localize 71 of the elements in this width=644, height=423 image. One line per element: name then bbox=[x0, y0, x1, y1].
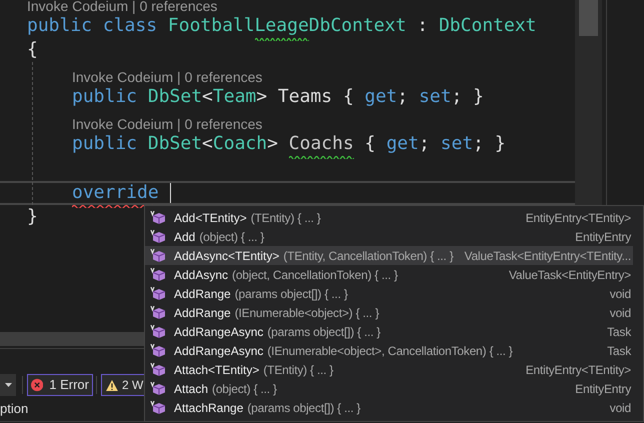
member-parameters: (IEnumerable<object>, CancellationToken) { ... } bbox=[267, 342, 513, 360]
return-type: Task bbox=[607, 342, 631, 360]
member-parameters: (TEntity) { ... } bbox=[250, 210, 321, 226]
extension-method-icon bbox=[150, 344, 166, 358]
extension-method-icon bbox=[150, 230, 166, 244]
extension-method-icon bbox=[150, 286, 166, 300]
member-name: AddRangeAsync bbox=[174, 342, 264, 360]
completion-item[interactable]: AttachRange (params object[]) { ... } void bbox=[145, 398, 633, 417]
member-parameters: (TEntity) { ... } bbox=[263, 362, 334, 378]
return-type: EntityEntry<TEntity> bbox=[526, 210, 631, 226]
extension-method-icon bbox=[150, 210, 166, 224]
completion-item[interactable]: AddRangeAsync (params object[]) { ... } Task bbox=[145, 322, 633, 341]
codelens-hint[interactable]: Invoke Codeium | 0 references bbox=[72, 69, 262, 85]
completion-item[interactable]: AddRangeAsync (IEnumerable<object>, CancellationToken) { ... } Task bbox=[145, 341, 633, 360]
member-name: AddRange bbox=[174, 286, 231, 302]
code-line: public class FootballLeageDbContext : DbContext bbox=[27, 11, 536, 41]
return-type: EntityEntry bbox=[575, 228, 631, 246]
extension-method-icon bbox=[150, 268, 166, 282]
member-name: Add bbox=[174, 228, 196, 246]
return-type: EntityEntry bbox=[575, 380, 631, 398]
extension-method-icon bbox=[150, 248, 166, 262]
extension-method-icon bbox=[150, 362, 166, 376]
code-line: { bbox=[27, 38, 38, 62]
extension-method-icon bbox=[150, 306, 166, 320]
completion-item[interactable]: Add<TEntity> (TEntity) { ... } EntityEntry<TEntity> bbox=[145, 208, 633, 227]
code-line: } bbox=[27, 205, 38, 229]
extension-method-icon bbox=[150, 382, 166, 396]
code-line: public DbSet<Team> Teams { get; set; } bbox=[72, 85, 484, 109]
error-icon bbox=[31, 378, 44, 392]
squiggle-line bbox=[254, 37, 309, 41]
return-type: EntityEntry<TEntity> bbox=[526, 362, 631, 378]
scrollbar-thumb[interactable] bbox=[579, 0, 598, 36]
codelens-hint[interactable]: Invoke Codeium | 0 references bbox=[72, 116, 262, 132]
member-name: AddAsync bbox=[174, 266, 228, 284]
member-parameters: (params object[]) { ... } bbox=[234, 286, 348, 302]
member-parameters: (object, CancellationToken) { ... } bbox=[232, 266, 398, 284]
member-parameters: (params object[]) { ... } bbox=[247, 400, 360, 416]
completion-item[interactable]: AddRange (params object[]) { ... } void bbox=[145, 284, 633, 303]
member-name: AddRangeAsync bbox=[174, 324, 264, 340]
squiggle-line bbox=[288, 155, 354, 159]
member-name: AddAsync<TEntity> bbox=[174, 248, 280, 264]
extension-method-icon bbox=[150, 400, 166, 414]
extension-method-icon bbox=[150, 324, 166, 338]
member-parameters: (TEntity, CancellationToken) { ... } bbox=[283, 248, 454, 264]
codelens-hint[interactable]: Invoke Codeium | 0 references bbox=[27, 0, 218, 14]
member-name: AttachRange bbox=[174, 400, 244, 416]
errors-filter-button[interactable]: 1 Error bbox=[27, 374, 93, 396]
code-line: public DbSet<Coach> Coachs { get; set; } bbox=[72, 129, 506, 159]
member-parameters: (object) { ... } bbox=[212, 380, 277, 398]
return-type: void bbox=[610, 286, 631, 302]
return-type: void bbox=[610, 400, 631, 416]
member-name: Attach<TEntity> bbox=[174, 362, 260, 378]
warning-icon bbox=[106, 380, 118, 390]
completion-item[interactable]: AddAsync<TEntity> (TEntity, CancellationToken) { ... } ValueTask<EntityEntry<TEntity... bbox=[145, 246, 633, 265]
member-parameters: (params object[]) { ... } bbox=[267, 324, 380, 340]
completion-item[interactable]: Add (object) { ... } EntityEntry bbox=[145, 227, 633, 246]
member-parameters: (IEnumerable<object>) { ... } bbox=[234, 304, 380, 322]
return-type: ValueTask<EntityEntry> bbox=[508, 266, 631, 284]
caret-icon bbox=[4, 383, 12, 387]
column-header[interactable]: ption bbox=[0, 399, 28, 419]
member-name: Attach bbox=[174, 380, 208, 398]
member-parameters: (object) { ... } bbox=[199, 228, 264, 246]
completion-item[interactable]: AddRange (IEnumerable<object>) { ... } void bbox=[145, 303, 633, 322]
completion-item[interactable]: AddAsync (object, CancellationToken) { ... } ValueTask<EntityEntry> bbox=[145, 265, 633, 284]
return-type: Task bbox=[607, 324, 631, 340]
member-name: AddRange bbox=[174, 304, 231, 322]
return-type: void bbox=[610, 304, 631, 322]
text-cursor bbox=[170, 183, 171, 203]
filter-dropdown[interactable] bbox=[0, 374, 16, 396]
member-name: Add<TEntity> bbox=[174, 210, 247, 226]
return-type: ValueTask<EntityEntry<TEntity... bbox=[464, 248, 631, 264]
